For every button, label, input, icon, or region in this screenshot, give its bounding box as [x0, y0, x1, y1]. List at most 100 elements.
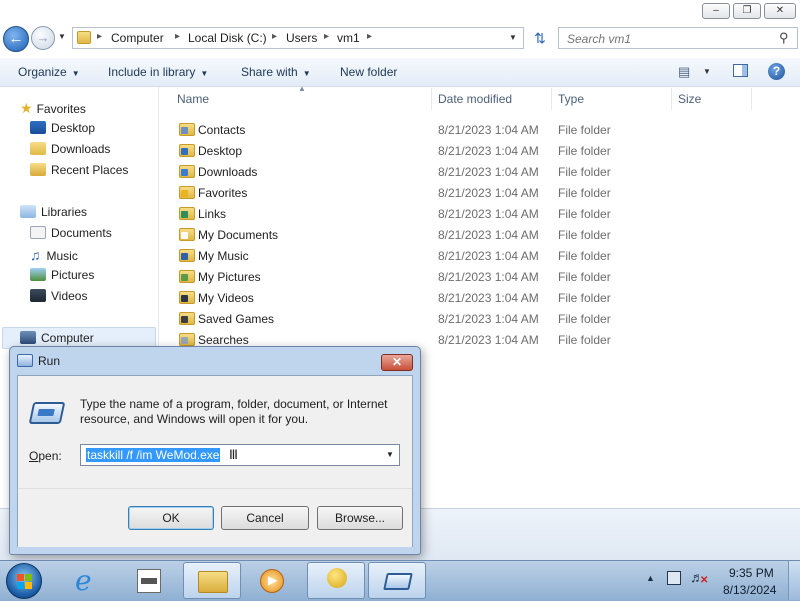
column-header-date-modified[interactable]: Date modified	[438, 92, 512, 112]
run-dialog-body: Type the name of a program, folder, docu…	[17, 375, 413, 547]
refresh-icon[interactable]: ⇅	[528, 27, 552, 49]
maximize-button[interactable]: ❐	[733, 3, 761, 19]
view-dropdown-icon[interactable]: ▼	[703, 67, 711, 76]
run-icon	[383, 573, 413, 590]
help-icon[interactable]: ?	[768, 63, 785, 80]
breadcrumb-separator-icon[interactable]: ▸	[272, 31, 277, 42]
run-program-icon	[28, 402, 66, 424]
breadcrumb-local-disk[interactable]: Local Disk (C:)	[188, 31, 267, 45]
show-desktop-button[interactable]	[788, 561, 800, 600]
browse-button[interactable]: Browse...	[317, 506, 403, 530]
column-divider[interactable]	[751, 88, 752, 110]
share-with-menu[interactable]: Share with ▼	[241, 65, 311, 79]
sort-indicator-icon: ▲	[298, 84, 306, 93]
breadcrumb-separator-icon[interactable]: ▸	[175, 31, 180, 42]
nav-music[interactable]: ♫ Music	[30, 247, 78, 268]
star-icon: ★	[20, 100, 33, 116]
taskbar-windows-explorer[interactable]	[183, 562, 241, 599]
pictures-icon	[30, 268, 46, 281]
file-row-my-pictures[interactable]: My Pictures 8/21/2023 1:04 AM File folde…	[172, 266, 652, 287]
nav-downloads[interactable]: Downloads	[30, 142, 110, 163]
folder-icon	[179, 312, 195, 325]
column-divider[interactable]	[671, 88, 672, 110]
address-bar[interactable]: ▸ Computer ▸ Local Disk (C:) ▸ Users ▸ v…	[72, 27, 524, 49]
file-row-my-music[interactable]: My Music 8/21/2023 1:04 AM File folder	[172, 245, 652, 266]
taskbar-internet-explorer[interactable]: e	[60, 562, 118, 599]
internet-explorer-icon: e	[75, 564, 92, 597]
computer-icon	[20, 331, 36, 344]
breadcrumb-vm1[interactable]: vm1	[337, 31, 360, 45]
ok-button[interactable]: OK	[128, 506, 214, 530]
show-hidden-icons-icon[interactable]: ▲	[646, 573, 655, 583]
documents-icon	[30, 226, 46, 239]
column-divider[interactable]	[431, 88, 432, 110]
close-button[interactable]: ✕	[764, 3, 796, 19]
column-divider[interactable]	[551, 88, 552, 110]
folder-icon	[179, 270, 195, 283]
forward-button[interactable]: →	[31, 26, 55, 50]
file-row-my-videos[interactable]: My Videos 8/21/2023 1:04 AM File folder	[172, 287, 652, 308]
nav-documents[interactable]: Documents	[30, 226, 112, 247]
nav-pictures[interactable]: Pictures	[30, 268, 94, 289]
file-row-saved-games[interactable]: Saved Games 8/21/2023 1:04 AM File folde…	[172, 308, 652, 329]
folder-icon	[179, 186, 195, 199]
run-close-button[interactable]: ✕	[381, 354, 413, 371]
folder-icon	[179, 291, 195, 304]
text-cursor-icon: Ⅲ	[229, 447, 238, 462]
search-input[interactable]	[565, 29, 769, 49]
column-header-name[interactable]: Name	[177, 92, 209, 112]
view-options-icon[interactable]: ▤	[678, 64, 690, 80]
file-row-downloads[interactable]: Downloads 8/21/2023 1:04 AM File folder	[172, 161, 652, 182]
windows-explorer-icon	[198, 571, 228, 593]
recent-places-icon	[30, 163, 46, 176]
run-dialog-title: Run	[38, 354, 61, 368]
downloads-icon	[30, 142, 46, 155]
file-row-desktop[interactable]: Desktop 8/21/2023 1:04 AM File folder	[172, 140, 652, 161]
taskbar-app-active[interactable]	[307, 562, 365, 599]
breadcrumb-users[interactable]: Users	[286, 31, 317, 45]
clock-time[interactable]: 9:35 PM	[729, 566, 774, 580]
file-row-my-documents[interactable]: My Documents 8/21/2023 1:04 AM File fold…	[172, 224, 652, 245]
taskbar-run[interactable]	[368, 562, 426, 599]
breadcrumb-computer[interactable]: Computer	[111, 31, 164, 45]
breadcrumb-separator-icon[interactable]: ▸	[367, 31, 372, 42]
mute-icon: ✕	[700, 575, 709, 586]
column-header-size[interactable]: Size	[678, 92, 701, 112]
libraries-icon	[20, 205, 36, 218]
clock-date[interactable]: 8/13/2024	[723, 583, 776, 597]
breadcrumb-separator-icon[interactable]: ▸	[97, 31, 102, 42]
cancel-button[interactable]: Cancel	[221, 506, 309, 530]
nav-recent-places[interactable]: Recent Places	[30, 163, 128, 184]
organize-menu[interactable]: Organize ▼	[18, 65, 80, 79]
file-row-favorites[interactable]: Favorites 8/21/2023 1:04 AM File folder	[172, 182, 652, 203]
nav-libraries[interactable]: Libraries	[20, 205, 87, 226]
taskbar-media-player[interactable]: ▶	[244, 562, 302, 599]
nav-videos[interactable]: Videos	[30, 289, 87, 310]
nav-desktop[interactable]: Desktop	[30, 121, 95, 142]
search-icon[interactable]: ⚲	[779, 30, 789, 46]
run-title-icon	[17, 354, 33, 367]
file-row-links[interactable]: Links 8/21/2023 1:04 AM File folder	[172, 203, 652, 224]
music-icon: ♫	[30, 247, 41, 263]
nav-favorites[interactable]: ★ Favorites	[20, 100, 86, 121]
new-folder-button[interactable]: New folder	[340, 65, 397, 79]
column-header-type[interactable]: Type	[558, 92, 584, 112]
address-dropdown-icon[interactable]: ▼	[509, 33, 517, 42]
back-button[interactable]: ←	[3, 26, 29, 52]
run-dialog: Run ✕ Type the name of a program, folder…	[9, 346, 421, 555]
preview-pane-icon[interactable]	[733, 64, 748, 77]
recent-pages-chevron-icon[interactable]: ▼	[58, 32, 66, 41]
minimize-button[interactable]: –	[702, 3, 730, 19]
file-row-contacts[interactable]: Contacts 8/21/2023 1:04 AM File folder	[172, 119, 652, 140]
start-button[interactable]	[6, 563, 42, 599]
combobox-dropdown-icon[interactable]: ▼	[386, 450, 394, 459]
desktop-icon	[30, 121, 46, 134]
run-open-input[interactable]: taskkill /f /im WeMod.exe	[86, 448, 221, 462]
run-open-combobox[interactable]: taskkill /f /im WeMod.exe Ⅲ ▼	[80, 444, 400, 466]
breadcrumb-separator-icon[interactable]: ▸	[324, 31, 329, 42]
videos-icon	[30, 289, 46, 302]
taskbar-app[interactable]	[121, 562, 179, 599]
include-in-library-menu[interactable]: Include in library ▼	[108, 65, 208, 79]
network-icon[interactable]	[667, 571, 681, 585]
search-box[interactable]: ⚲	[558, 27, 798, 49]
